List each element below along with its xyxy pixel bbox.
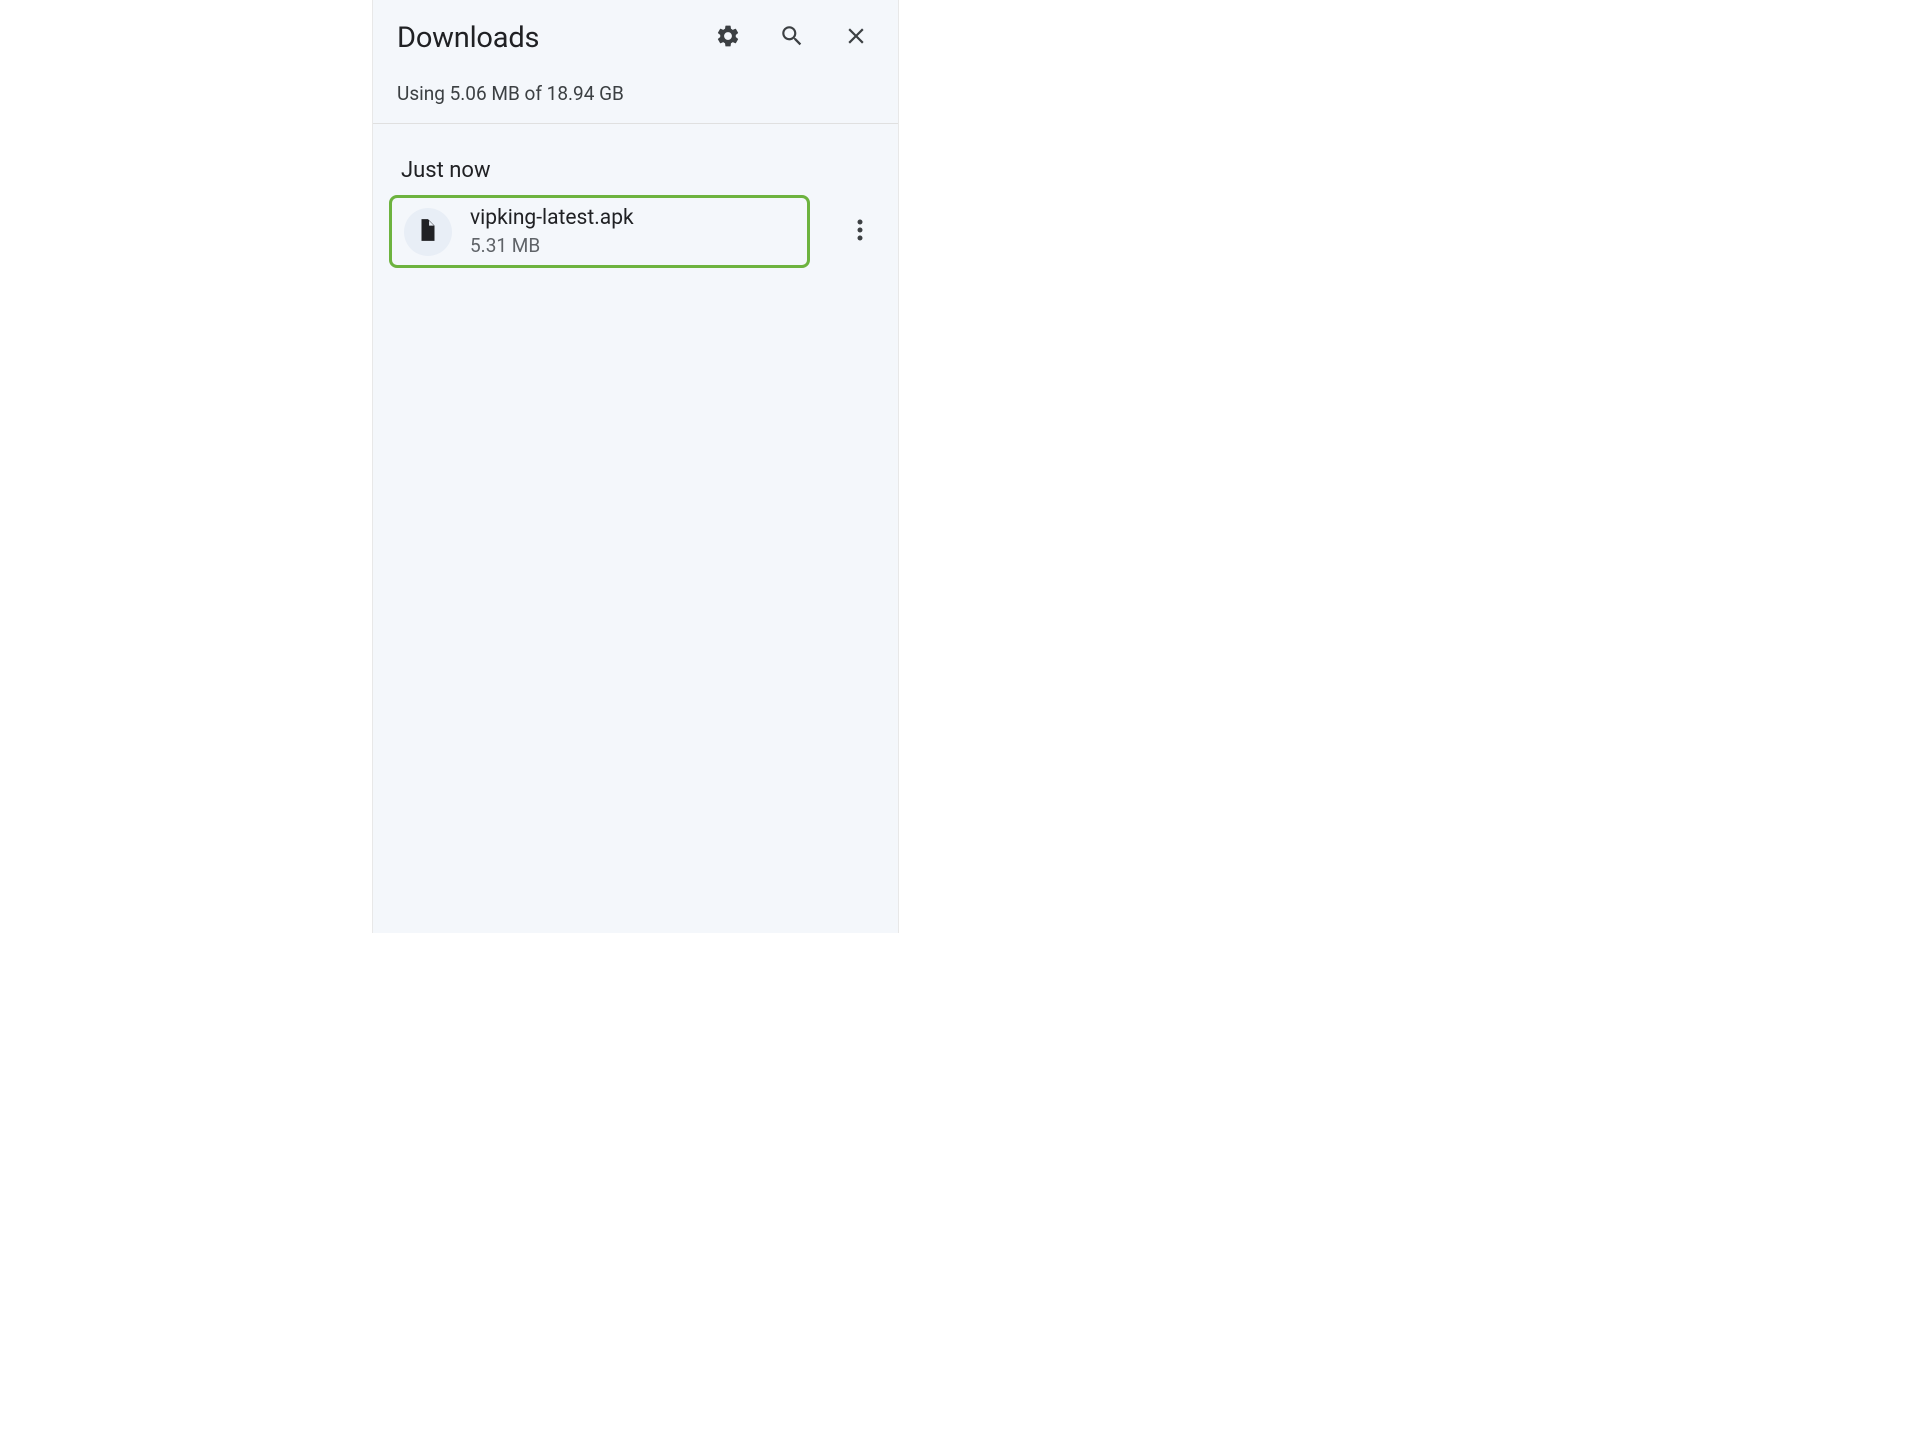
file-size: 5.31 MB [470,234,634,257]
file-item[interactable]: vipking-latest.apk 5.31 MB [389,195,810,268]
settings-button[interactable] [714,24,742,52]
search-button[interactable] [778,24,806,52]
header: Downloads [373,0,898,58]
more-vert-icon [857,218,863,246]
file-icon [415,217,441,247]
file-row: vipking-latest.apk 5.31 MB [373,195,898,268]
file-info: vipking-latest.apk 5.31 MB [470,206,634,257]
file-name: vipking-latest.apk [470,206,634,230]
page-title: Downloads [397,21,714,55]
gear-icon [715,23,741,53]
header-actions [714,24,874,52]
close-icon [843,23,869,53]
section-label-just-now: Just now [373,124,898,195]
storage-usage: Using 5.06 MB of 18.94 GB [373,58,898,124]
downloads-screen: Downloads [372,0,899,933]
file-more-button[interactable] [846,218,874,246]
file-icon-container [404,208,452,256]
close-button[interactable] [842,24,870,52]
search-icon [779,23,805,53]
